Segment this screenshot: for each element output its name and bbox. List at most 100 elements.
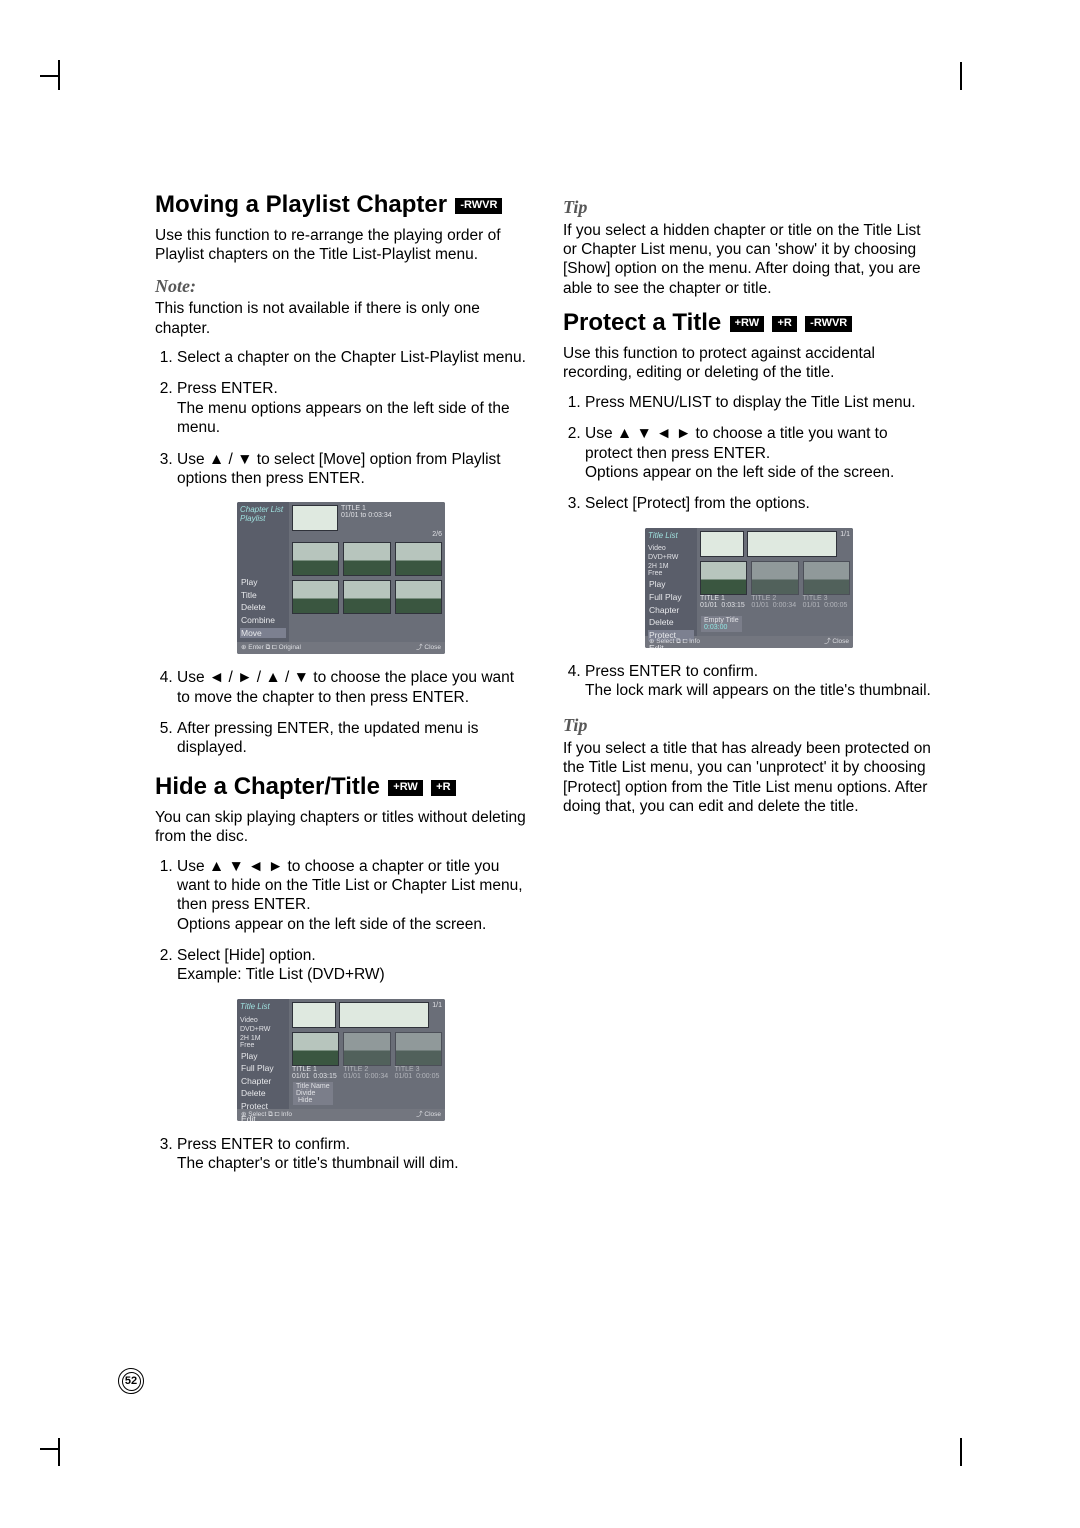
- list-item: Press ENTER. The menu options appears on…: [177, 379, 527, 437]
- protect-steps: Press MENU/LIST to display the Title Lis…: [563, 393, 935, 514]
- ss3-title: TITLE 1: [700, 595, 747, 602]
- screenshot-chapter-list: Chapter List Playlist Play Title Delete …: [155, 502, 527, 654]
- ss2-foot-left: ⊕ Select ⧉ ⧠ Info: [241, 1111, 292, 1119]
- ss1-menu-item: Combine: [240, 615, 286, 626]
- ss2-dur: 0:00:34: [365, 1073, 388, 1080]
- ss3-dur: 0:00:34: [773, 602, 796, 609]
- ss3-popup-time: 0:03:00: [704, 624, 739, 631]
- ss3-title: TITLE 2: [751, 595, 798, 602]
- list-item: Press ENTER to confirm. The chapter's or…: [177, 1135, 527, 1174]
- tip-body: If you select a title that has already b…: [563, 739, 935, 817]
- ss3-foot-left: ⊕ Select ⧉ ⧠ Info: [649, 638, 700, 646]
- ss3-free: 2H 1M Free: [648, 563, 694, 577]
- ss2-dur: 0:00:05: [416, 1073, 439, 1080]
- ss2-title: TITLE 2: [343, 1066, 390, 1073]
- ss1-menu-item-selected: Move: [240, 628, 286, 639]
- hide-steps: Use ▲ ▼ ◄ ► to choose a chapter or title…: [155, 857, 527, 985]
- ss2-title: TITLE 1: [292, 1066, 339, 1073]
- ss3-date: 01/01: [803, 602, 821, 609]
- page-content: Moving a Playlist Chapter -RWVR Use this…: [155, 190, 935, 1188]
- ss3-page: 1/1: [840, 531, 850, 538]
- screenshot-title-list-protect: Title List Video DVD+RW 2H 1M Free Play …: [563, 528, 935, 648]
- badge-rwvr: -RWVR: [805, 316, 852, 332]
- ss3-dur: 0:00:05: [824, 602, 847, 609]
- ss1-foot-left: ⊕ Enter ⧉ ⧠ Original: [241, 644, 301, 652]
- ss3-head: Title List: [648, 532, 694, 541]
- ss3-title: TITLE 3: [803, 595, 850, 602]
- badge-plus-rw: +RW: [388, 780, 423, 796]
- ss1-title: TITLE 1: [341, 505, 442, 512]
- ss2-menu-item: Play: [240, 1051, 286, 1062]
- ss3-date: 01/01: [700, 602, 718, 609]
- ss2-popup-item: Title Name: [296, 1083, 330, 1090]
- ss2-foot-right: ⤴ Close: [416, 1111, 441, 1119]
- heading-hide: Hide a Chapter/Title: [155, 773, 380, 800]
- hide-intro: You can skip playing chapters or titles …: [155, 808, 527, 847]
- ss3-menu-item: Delete: [648, 617, 694, 628]
- list-item: Use ▲ ▼ ◄ ► to choose a title you want t…: [585, 424, 935, 482]
- ss3-date: 01/01: [751, 602, 769, 609]
- ss2-popup-item: Divide: [296, 1090, 330, 1097]
- protect-steps-cont: Press ENTER to confirm. The lock mark wi…: [563, 662, 935, 701]
- list-item: Press MENU/LIST to display the Title Lis…: [585, 393, 935, 412]
- ss1-time: 01/01 to 0:03:34: [341, 512, 442, 519]
- ss2-date: 01/01: [395, 1073, 413, 1080]
- note-body: This function is not available if there …: [155, 299, 527, 338]
- note-heading: Note:: [155, 275, 527, 298]
- ss3-dur: 0:03:15: [721, 602, 744, 609]
- ss2-dur: 0:03:15: [313, 1073, 336, 1080]
- ss2-title: TITLE 3: [395, 1066, 442, 1073]
- tip-heading: Tip: [563, 714, 935, 737]
- heading-protect: Protect a Title: [563, 309, 721, 336]
- ss3-sub: Video: [648, 545, 694, 552]
- ss3-popup-title: Empty Title: [704, 617, 739, 624]
- badge-plus-r: +R: [431, 780, 455, 796]
- move-steps-cont: Use ◄ / ► / ▲ / ▼ to choose the place yo…: [155, 668, 527, 758]
- ss3-foot-right: ⤴ Close: [824, 638, 849, 646]
- ss2-menu-item: Delete: [240, 1088, 286, 1099]
- ss1-foot-right: ⤴ Close: [416, 644, 441, 652]
- page-number-text: 52: [125, 1375, 137, 1387]
- ss3-menu-item: Chapter: [648, 605, 694, 616]
- move-steps: Select a chapter on the Chapter List-Pla…: [155, 348, 527, 488]
- badge-rwvr: -RWVR: [455, 198, 502, 214]
- ss1-count: 2/6: [292, 531, 442, 538]
- list-item: Use ◄ / ► / ▲ / ▼ to choose the place yo…: [177, 668, 527, 707]
- move-intro: Use this function to re-arrange the play…: [155, 226, 527, 265]
- hide-steps-cont: Press ENTER to confirm. The chapter's or…: [155, 1135, 527, 1174]
- heading-move: Moving a Playlist Chapter: [155, 191, 447, 218]
- page-number: 52: [118, 1368, 144, 1394]
- ss2-page: 1/1: [432, 1002, 442, 1009]
- badge-plus-rw: +RW: [730, 316, 765, 332]
- left-column: Moving a Playlist Chapter -RWVR Use this…: [155, 190, 527, 1188]
- ss3-sub: DVD+RW: [648, 554, 694, 561]
- ss2-date: 01/01: [292, 1073, 310, 1080]
- ss2-head: Title List: [240, 1003, 286, 1012]
- list-item: Press ENTER to confirm. The lock mark wi…: [585, 662, 935, 701]
- screenshot-title-list-hide: Title List Video DVD+RW 2H 1M Free Play …: [155, 999, 527, 1121]
- ss2-sub: Video: [240, 1017, 286, 1024]
- list-item: Use ▲ / ▼ to select [Move] option from P…: [177, 450, 527, 489]
- list-item: Select a chapter on the Chapter List-Pla…: [177, 348, 527, 367]
- ss3-menu-item: Play: [648, 579, 694, 590]
- tip-heading: Tip: [563, 196, 935, 219]
- ss1-head: Chapter List Playlist: [240, 506, 286, 524]
- list-item: Select [Protect] from the options.: [585, 494, 935, 513]
- right-column: Tip If you select a hidden chapter or ti…: [563, 190, 935, 1188]
- list-item: Select [Hide] option. Example: Title Lis…: [177, 946, 527, 985]
- list-item: Use ▲ ▼ ◄ ► to choose a chapter or title…: [177, 857, 527, 935]
- ss1-menu-item: Delete: [240, 602, 286, 613]
- ss2-popup-item-selected: Hide: [296, 1097, 330, 1104]
- tip-body: If you select a hidden chapter or title …: [563, 221, 935, 299]
- ss1-menu-item: Play: [240, 577, 286, 588]
- ss2-sub: DVD+RW: [240, 1026, 286, 1033]
- ss2-free: 2H 1M Free: [240, 1035, 286, 1049]
- ss1-menu-item: Title: [240, 590, 286, 601]
- ss3-menu-item: Full Play: [648, 592, 694, 603]
- badge-plus-r: +R: [772, 316, 796, 332]
- ss2-menu-item: Full Play: [240, 1063, 286, 1074]
- protect-intro: Use this function to protect against acc…: [563, 344, 935, 383]
- ss2-menu-item: Chapter: [240, 1076, 286, 1087]
- list-item: After pressing ENTER, the updated menu i…: [177, 719, 527, 758]
- ss2-date: 01/01: [343, 1073, 361, 1080]
